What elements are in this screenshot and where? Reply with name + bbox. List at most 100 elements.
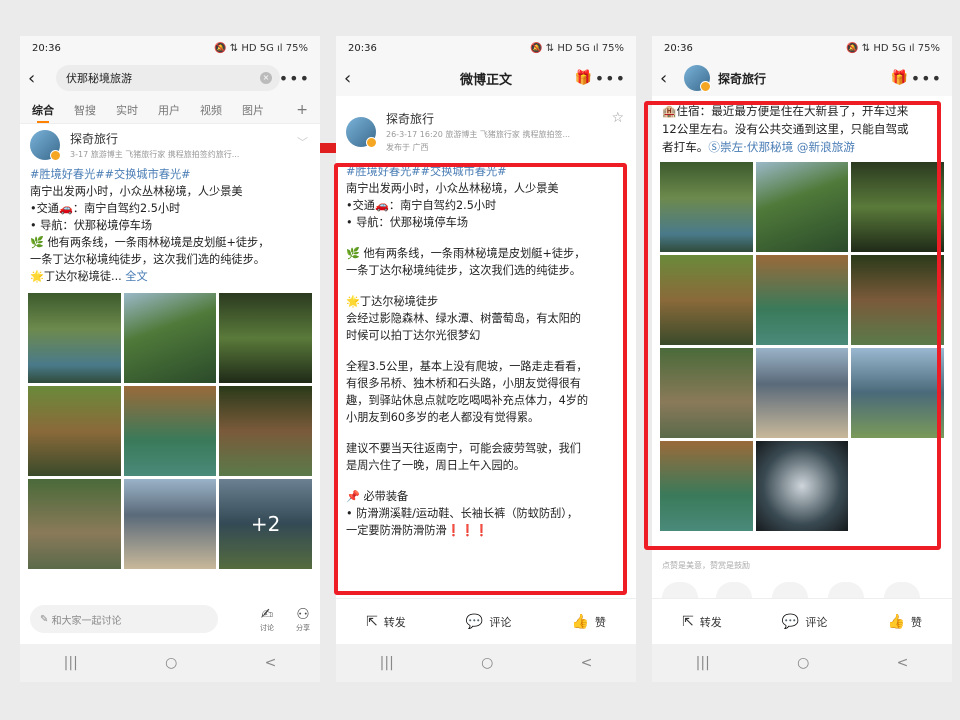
repost-icon: ⇱ xyxy=(366,613,378,630)
back-icon[interactable]: < xyxy=(581,655,593,671)
repost-button[interactable]: ⇱ 转发 xyxy=(366,614,406,630)
author-name[interactable]: 探奇旅行 xyxy=(386,110,570,127)
battery-level: 75% xyxy=(601,42,624,54)
thumbs-up-icon: 👍 xyxy=(571,613,589,630)
comment-button[interactable]: 💬 评论 xyxy=(782,614,827,630)
back-icon[interactable]: < xyxy=(897,655,909,671)
action-bar: ⇱ 转发 💬 评论 👍 赞 xyxy=(652,598,952,644)
chevron-down-icon[interactable]: ﹀ xyxy=(297,134,308,150)
repost-icon: ⇱ xyxy=(682,613,694,630)
comment-label: 评论 xyxy=(805,615,828,629)
system-nav-bar: ||| ○ < xyxy=(652,644,952,682)
tab-comprehensive[interactable]: 综合 xyxy=(32,102,54,123)
share-button[interactable]: ⚇ 分享 xyxy=(296,605,310,633)
repost-label: 转发 xyxy=(699,615,722,629)
comment-button[interactable]: 💬 评论 xyxy=(466,614,511,630)
status-time: 20:36 xyxy=(664,42,693,54)
repost-button[interactable]: ⇱ 转发 xyxy=(682,614,722,630)
like-label: 赞 xyxy=(594,615,606,629)
clear-icon[interactable]: × xyxy=(260,72,272,84)
post-line: •交通🚗：南宁自驾约2.5小时 xyxy=(30,202,181,215)
comment-icon: 💬 xyxy=(465,613,484,630)
like-button[interactable]: 👍 赞 xyxy=(571,614,605,630)
status-bar: 20:36 🔕 ⇅ HD 5G ıl 75% xyxy=(336,36,636,60)
comment-input[interactable]: ✎ 和大家一起讨论 xyxy=(30,605,218,633)
hashtag-link[interactable]: #胜境好春光##交换城市春光# xyxy=(30,166,310,183)
back-icon[interactable]: < xyxy=(265,655,277,671)
star-icon[interactable]: ☆ xyxy=(611,110,624,126)
photo-thumbnail[interactable] xyxy=(123,386,217,476)
battery-level: 75% xyxy=(285,42,308,54)
status-bar: 20:36 🔕 ⇅ HD 5G ıl 75% xyxy=(20,36,320,60)
photo-thumbnail[interactable] xyxy=(219,293,312,383)
photo-grid: +2 xyxy=(20,285,320,569)
post-author[interactable]: 探奇旅行 26-3-17 16:20 旅游博主 飞猪旅行家 携程旅拍签... 发… xyxy=(336,96,636,159)
comment-icon: 💬 xyxy=(781,613,800,630)
more-icon[interactable]: ••• xyxy=(279,69,310,88)
photo-thumbnail[interactable] xyxy=(123,479,217,569)
tab-realtime[interactable]: 实时 xyxy=(116,102,138,118)
recent-apps-icon[interactable]: ||| xyxy=(696,655,710,671)
gift-icon[interactable]: 🎁 xyxy=(575,70,592,86)
photo-thumbnail[interactable] xyxy=(219,386,312,476)
author-name[interactable]: 探奇旅行 xyxy=(718,70,766,87)
home-icon[interactable]: ○ xyxy=(165,655,177,671)
full-text-link[interactable]: 全文 xyxy=(125,270,147,283)
home-icon[interactable]: ○ xyxy=(797,655,809,671)
home-icon[interactable]: ○ xyxy=(481,655,493,671)
system-nav-bar: ||| ○ < xyxy=(336,644,636,682)
reward-note: 点赞是美意，赞赏是鼓励 xyxy=(662,561,750,570)
photo-thumbnail[interactable]: +2 xyxy=(219,479,312,569)
recent-apps-icon[interactable]: ||| xyxy=(64,655,78,671)
back-arrow-icon[interactable]: ‹ xyxy=(28,68,50,89)
avatar[interactable] xyxy=(346,116,377,148)
post-location: 发布于 广西 xyxy=(386,143,429,152)
back-arrow-icon[interactable]: ‹ xyxy=(660,68,682,89)
photo-thumbnail[interactable] xyxy=(123,293,217,383)
like-label: 赞 xyxy=(910,615,922,629)
system-nav-bar: ||| ○ < xyxy=(20,644,320,682)
more-photos-count: +2 xyxy=(219,479,312,569)
like-button[interactable]: 👍 赞 xyxy=(887,614,921,630)
post-line: 南宁出发两小时，小众丛林秘境，人少景美 xyxy=(30,185,243,198)
author-meta: 3-17 旅游博主 飞猪旅行家 携程旅拍签约旅行... xyxy=(70,150,240,159)
post-line: 🌟丁达尔秘境徒... xyxy=(30,270,122,283)
filter-tabs: 综合 智搜 实时 用户 视频 图片 + xyxy=(20,96,320,124)
search-query: 伏那秘境旅游 xyxy=(66,72,132,85)
tab-users[interactable]: 用户 xyxy=(158,102,180,118)
recent-apps-icon[interactable]: ||| xyxy=(380,655,394,671)
comment-label: 评论 xyxy=(489,615,512,629)
edit-icon: ✍ xyxy=(260,605,274,623)
discuss-button[interactable]: ✍ 讨论 xyxy=(260,605,274,633)
red-marker xyxy=(320,143,336,153)
tab-images[interactable]: 图片 xyxy=(242,102,264,118)
highlight-box xyxy=(644,101,941,550)
avatar[interactable] xyxy=(30,130,61,161)
avatar[interactable] xyxy=(684,65,711,92)
photo-thumbnail[interactable] xyxy=(28,293,121,383)
thumbs-up-icon: 👍 xyxy=(887,613,905,630)
search-input[interactable]: 伏那秘境旅游 × xyxy=(56,65,280,91)
search-bar: ‹ 伏那秘境旅游 × ••• xyxy=(20,60,320,96)
search-results-screen: 20:36 🔕 ⇅ HD 5G ıl 75% ‹ 伏那秘境旅游 × ••• 综合… xyxy=(20,36,320,682)
status-icons: 🔕 ⇅ HD 5G ıl xyxy=(214,42,283,54)
author-name[interactable]: 探奇旅行 xyxy=(70,130,239,147)
tab-videos[interactable]: 视频 xyxy=(200,102,222,118)
add-tab-icon[interactable]: + xyxy=(296,102,308,118)
photo-thumbnail[interactable] xyxy=(28,479,121,569)
status-bar: 20:36 🔕 ⇅ HD 5G ıl 75% xyxy=(652,36,952,60)
post-line: 一条丁达尔秘境纯徒步，这次我们选的纯徒步。 xyxy=(30,253,265,266)
tab-smart-search[interactable]: 智搜 xyxy=(74,102,96,118)
highlight-box xyxy=(334,163,627,595)
post-author[interactable]: 探奇旅行 3-17 旅游博主 飞猪旅行家 携程旅拍签约旅行... ﹀ xyxy=(20,124,320,166)
photo-thumbnail[interactable] xyxy=(28,386,121,476)
share-label: 分享 xyxy=(296,624,310,632)
status-time: 20:36 xyxy=(348,42,377,54)
nav-bar: ‹ 探奇旅行 🎁 ••• xyxy=(652,60,952,96)
more-icon[interactable]: ••• xyxy=(911,69,942,88)
gift-icon[interactable]: 🎁 xyxy=(891,70,908,86)
more-icon[interactable]: ••• xyxy=(595,69,626,88)
battery-level: 75% xyxy=(917,42,940,54)
status-icons: 🔕 ⇅ HD 5G ıl xyxy=(530,42,599,54)
nav-bar: ‹ 微博正文 🎁 ••• xyxy=(336,60,636,96)
